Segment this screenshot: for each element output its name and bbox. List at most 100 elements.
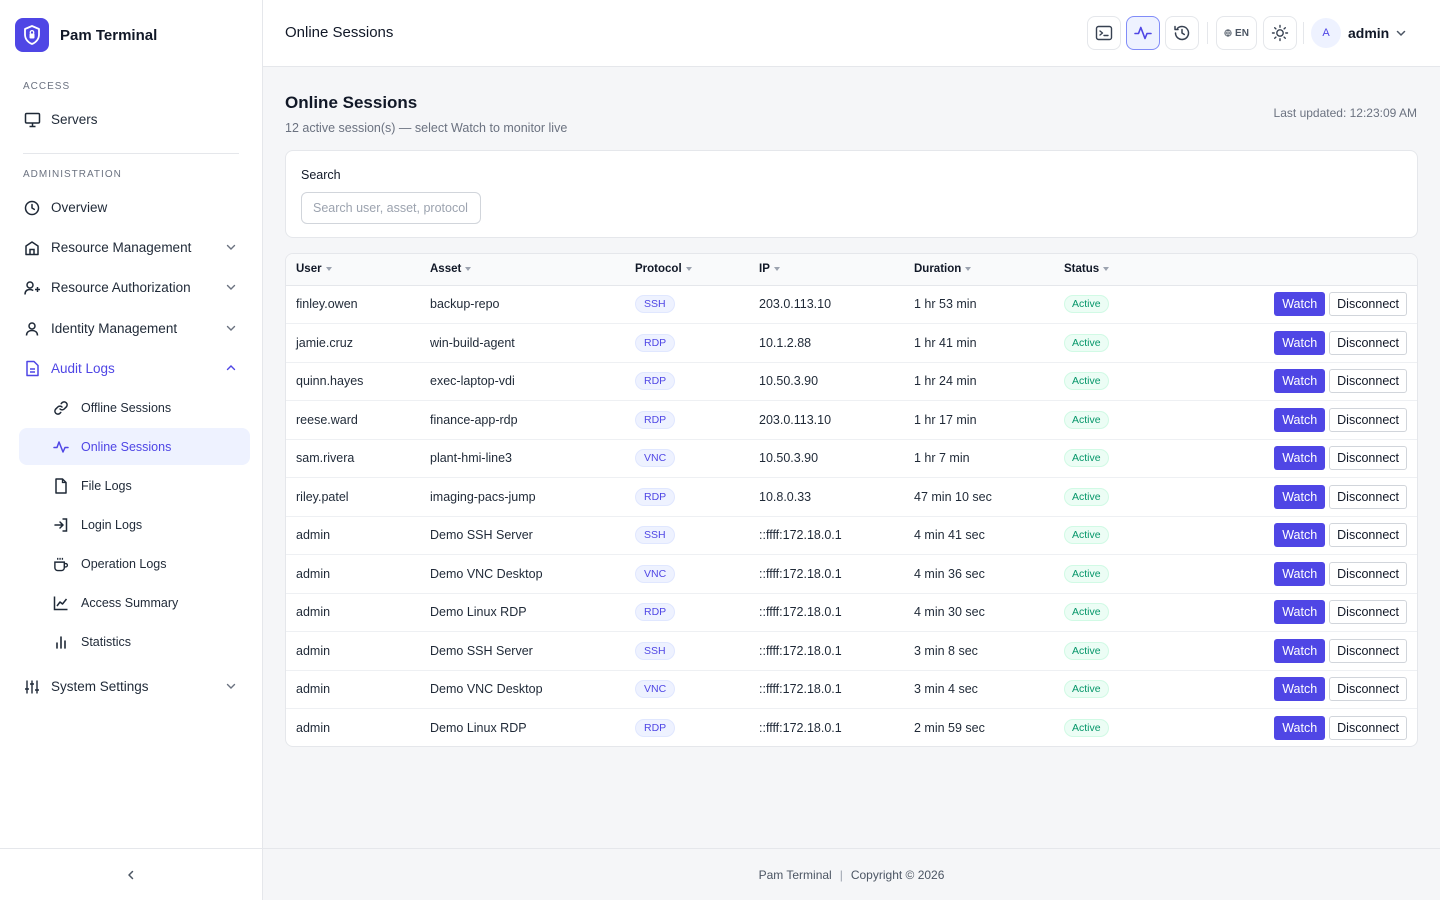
- protocol-badge: VNC: [635, 449, 676, 468]
- column-header-actions: [1214, 254, 1417, 286]
- column-header-asset[interactable]: Asset: [430, 254, 635, 286]
- sliders-icon: [23, 678, 41, 696]
- cell-user: admin: [286, 631, 430, 671]
- online-sessions-button[interactable]: [1126, 16, 1160, 50]
- sidebar-item-access-summary[interactable]: Access Summary: [19, 584, 250, 621]
- disconnect-button[interactable]: Disconnect: [1329, 561, 1407, 586]
- disconnect-button[interactable]: Disconnect: [1329, 407, 1407, 432]
- cell-asset: Demo SSH Server: [430, 516, 635, 555]
- watch-button[interactable]: Watch: [1274, 369, 1326, 394]
- disconnect-button[interactable]: Disconnect: [1329, 446, 1407, 471]
- cell-ip: 10.50.3.90: [759, 362, 914, 401]
- watch-button[interactable]: Watch: [1274, 407, 1326, 432]
- column-header-status[interactable]: Status: [1064, 254, 1214, 286]
- sidebar-item-label: Identity Management: [51, 321, 178, 336]
- table-row: reese.ward finance-app-rdp RDP 203.0.113.10…: [286, 400, 1417, 440]
- watch-button[interactable]: Watch: [1274, 330, 1326, 355]
- language-switch[interactable]: EN: [1216, 16, 1257, 50]
- disconnect-button[interactable]: Disconnect: [1329, 638, 1407, 663]
- protocol-badge: RDP: [635, 372, 676, 391]
- watch-button[interactable]: Watch: [1274, 716, 1326, 740]
- cell-asset: Demo SSH Server: [430, 631, 635, 671]
- cell-duration: 4 min 30 sec: [914, 593, 1064, 632]
- cell-user: admin: [286, 554, 430, 594]
- watch-button[interactable]: Watch: [1274, 523, 1326, 548]
- cell-actions: Watch Disconnect: [1214, 477, 1417, 517]
- status-badge: Active: [1064, 487, 1109, 506]
- sidebar-item-operation-logs[interactable]: Operation Logs: [19, 545, 250, 582]
- sidebar-item-system-settings[interactable]: System Settings: [19, 668, 250, 705]
- sidebar-collapse-button[interactable]: [0, 848, 262, 900]
- column-header-protocol[interactable]: Protocol: [635, 254, 759, 286]
- cell-asset: imaging-pacs-jump: [430, 477, 635, 517]
- disconnect-button[interactable]: Disconnect: [1329, 523, 1407, 548]
- protocol-badge: RDP: [635, 333, 676, 352]
- status-badge: Active: [1064, 603, 1109, 622]
- chevron-down-icon: [226, 244, 236, 250]
- user-name[interactable]: admin: [1348, 25, 1389, 41]
- disconnect-button[interactable]: Disconnect: [1329, 716, 1407, 740]
- sort-icon: [465, 267, 472, 272]
- cell-duration: 1 hr 24 min: [914, 362, 1064, 401]
- cell-actions: Watch Disconnect: [1214, 516, 1417, 555]
- disconnect-button[interactable]: Disconnect: [1329, 292, 1407, 317]
- cell-protocol: SSH: [635, 631, 759, 671]
- file-text-icon: [23, 360, 41, 378]
- watch-button[interactable]: Watch: [1274, 561, 1326, 586]
- header-title: Online Sessions: [285, 24, 394, 41]
- table-row: sam.rivera plant-hmi-line3 VNC 10.50.3.90 1 …: [286, 439, 1417, 478]
- history-button[interactable]: [1165, 16, 1199, 50]
- cell-actions: Watch Disconnect: [1214, 439, 1417, 478]
- cell-status: Active: [1064, 593, 1214, 632]
- search-panel: Search: [285, 150, 1418, 238]
- sidebar-item-identity-management[interactable]: Identity Management: [19, 310, 250, 347]
- cell-ip: ::ffff:172.18.0.1: [759, 670, 914, 709]
- sidebar-item-login-logs[interactable]: Login Logs: [19, 506, 250, 543]
- disconnect-button[interactable]: Disconnect: [1329, 677, 1407, 702]
- language-label: EN: [1235, 27, 1249, 39]
- cell-user: admin: [286, 670, 430, 709]
- sidebar-item-overview[interactable]: Overview: [19, 189, 250, 226]
- watch-button[interactable]: Watch: [1274, 638, 1326, 663]
- sidebar-item-resource-management[interactable]: Resource Management: [19, 229, 250, 266]
- disconnect-button[interactable]: Disconnect: [1329, 369, 1407, 394]
- brand[interactable]: Pam Terminal: [15, 18, 157, 52]
- watch-button[interactable]: Watch: [1274, 600, 1326, 625]
- table-row: jamie.cruz win-build-agent RDP 10.1.2.88 1 h…: [286, 323, 1417, 363]
- cell-asset: Demo Linux RDP: [430, 721, 527, 735]
- column-header-user[interactable]: User: [286, 254, 430, 286]
- sidebar-item-online-sessions[interactable]: Online Sessions: [19, 428, 250, 465]
- sidebar-item-resource-authorization[interactable]: Resource Authorization: [19, 269, 250, 306]
- sidebar-item-audit-logs[interactable]: Audit Logs: [19, 350, 250, 387]
- sidebar-item-label: File Logs: [81, 478, 132, 493]
- terminal-button[interactable]: [1087, 16, 1121, 50]
- watch-button[interactable]: Watch: [1274, 677, 1326, 702]
- disconnect-button[interactable]: Disconnect: [1329, 484, 1407, 509]
- status-badge: Active: [1064, 641, 1109, 660]
- sidebar-item-file-logs[interactable]: File Logs: [19, 467, 250, 504]
- watch-button[interactable]: Watch: [1274, 484, 1326, 509]
- sidebar-item-label: Online Sessions: [81, 439, 172, 454]
- table-header-row: User Asset Protocol IP Duration Status: [286, 254, 1417, 286]
- disconnect-button[interactable]: Disconnect: [1329, 600, 1407, 625]
- sidebar-item-servers[interactable]: Servers: [19, 101, 250, 138]
- protocol-badge: RDP: [635, 603, 676, 622]
- footer-brand: Pam Terminal: [758, 867, 832, 882]
- cell-user: reese.ward: [286, 400, 430, 440]
- column-header-ip[interactable]: IP: [759, 254, 914, 286]
- cell-user: admin: [286, 516, 430, 555]
- sidebar-item-statistics[interactable]: Statistics: [19, 623, 250, 660]
- search-input[interactable]: [301, 192, 481, 224]
- avatar[interactable]: A: [1311, 18, 1341, 48]
- theme-toggle-button[interactable]: [1263, 16, 1297, 50]
- chevron-down-icon[interactable]: [1394, 26, 1408, 40]
- cell-asset: backup-repo: [430, 285, 635, 324]
- watch-button[interactable]: Watch: [1274, 292, 1326, 317]
- watch-button[interactable]: Watch: [1274, 446, 1326, 471]
- sidebar-item-offline-sessions[interactable]: Offline Sessions: [19, 389, 250, 426]
- protocol-badge: RDP: [635, 719, 676, 737]
- history-icon: [1174, 25, 1190, 41]
- disconnect-button[interactable]: Disconnect: [1329, 330, 1407, 355]
- column-header-duration[interactable]: Duration: [914, 254, 1064, 286]
- status-badge: Active: [1064, 564, 1109, 583]
